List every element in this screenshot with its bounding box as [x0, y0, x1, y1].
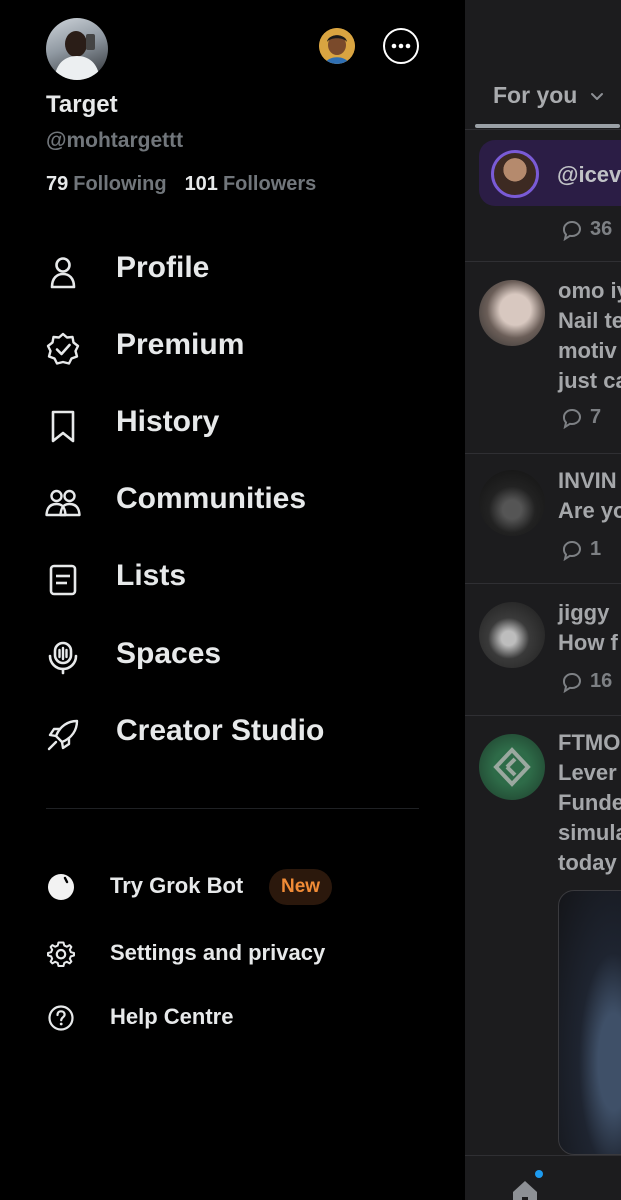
post-text-line: Lever: [558, 760, 617, 785]
new-badge: New: [269, 869, 333, 905]
post-author-avatar[interactable]: [479, 280, 545, 346]
feed-post[interactable]: omo iy Nail te motiv just ca 7: [465, 262, 621, 454]
help-icon: [48, 1005, 74, 1031]
microphone-icon: [48, 641, 78, 675]
post-author-avatar[interactable]: [479, 470, 545, 536]
reply-icon: [562, 220, 581, 241]
side-drawer: Target @mohtargettt 79 Following 101 Follo…: [0, 0, 465, 1200]
profile-display-name: Target: [46, 91, 118, 118]
menu-item-label: Lists: [116, 559, 187, 592]
settings-label: Settings and privacy: [110, 940, 326, 965]
menu-item-creator-studio[interactable]: Creator Studio: [0, 695, 465, 769]
more-options-button[interactable]: [383, 28, 419, 64]
menu-item-label: Premium: [116, 328, 245, 361]
menu-item-grok[interactable]: Try Grok Bot New: [0, 858, 465, 916]
menu-item-lists[interactable]: Lists: [0, 540, 465, 614]
reply-count[interactable]: 16: [560, 670, 612, 693]
ftmo-logo-icon: [493, 747, 531, 787]
followers-link[interactable]: 101 Followers: [185, 173, 317, 196]
post-text-line: How f: [558, 630, 618, 655]
reply-icon: [562, 540, 581, 561]
feed-post[interactable]: jiggy How f 16: [465, 584, 621, 716]
live-space-banner[interactable]: @icev: [479, 140, 621, 206]
list-icon: [49, 564, 77, 596]
tab-for-you[interactable]: For you: [493, 82, 577, 109]
space-host-handle: @icev: [557, 162, 621, 187]
feed-post[interactable]: 36: [465, 206, 621, 262]
menu-item-label: Spaces: [116, 637, 222, 670]
menu-item-communities[interactable]: Communities: [0, 463, 465, 537]
followers-label: Followers: [222, 173, 317, 195]
menu-item-help[interactable]: Help Centre: [0, 989, 465, 1047]
post-author-name: jiggy: [558, 600, 610, 625]
menu-item-label: Profile: [116, 251, 210, 284]
ellipsis-icon: [391, 43, 411, 49]
post-text-line: simula: [558, 820, 621, 845]
menu-item-label: History: [116, 405, 220, 438]
feed-tab-bar: For you: [465, 0, 621, 130]
person-icon: [50, 257, 76, 289]
home-feed: For you @icev 36 omo iy Nail te motiv ju…: [465, 0, 621, 1200]
people-icon: [45, 489, 81, 517]
post-author-avatar[interactable]: [479, 602, 545, 668]
post-text-line: today: [558, 850, 617, 875]
avatar-photo: [54, 31, 100, 80]
verified-badge-icon: [46, 332, 80, 365]
reply-icon: [562, 408, 581, 429]
post-author-avatar[interactable]: [479, 734, 545, 800]
account-avatar-art: [319, 28, 355, 64]
post-text-line: Are yo: [558, 498, 621, 523]
help-label: Help Centre: [110, 1004, 234, 1029]
following-label: Following: [73, 173, 167, 195]
menu-item-label: Communities: [116, 482, 307, 515]
notification-dot: [535, 1170, 543, 1178]
post-text-line: Funde: [558, 790, 621, 815]
post-author-name: FTMO: [558, 730, 621, 755]
gear-icon: [47, 941, 75, 967]
menu-item-settings[interactable]: Settings and privacy: [0, 925, 465, 983]
chevron-down-icon: [591, 93, 603, 100]
reply-icon: [562, 672, 581, 693]
rocket-icon: [47, 719, 79, 751]
bookmark-icon: [51, 410, 75, 443]
feed-post[interactable]: INVIN Are yo 1: [465, 454, 621, 584]
followers-count: 101: [184, 173, 218, 195]
post-media[interactable]: [558, 890, 621, 1155]
follow-stats: 79 Following 101 Followers: [46, 173, 316, 196]
account-switcher-avatar[interactable]: [319, 28, 355, 64]
reply-count[interactable]: 1: [560, 538, 601, 561]
profile-handle: @mohtargettt: [46, 129, 184, 152]
following-count: 79: [46, 173, 69, 195]
grok-icon: [48, 874, 74, 900]
menu-item-label: Creator Studio: [116, 714, 325, 747]
home-icon[interactable]: [510, 1178, 540, 1200]
post-author-name: omo iy: [558, 278, 621, 303]
reply-count[interactable]: 7: [560, 406, 601, 429]
menu-item-history[interactable]: History: [0, 386, 465, 460]
reply-count[interactable]: 36: [560, 218, 612, 241]
post-text-line: just ca: [558, 368, 621, 393]
menu-divider: [46, 808, 419, 809]
post-author-name: INVIN: [558, 468, 617, 493]
following-link[interactable]: 79 Following: [46, 173, 167, 196]
grok-label: Try Grok Bot: [110, 873, 244, 898]
tab-active-indicator: [475, 124, 620, 128]
menu-item-profile[interactable]: Profile: [0, 232, 465, 306]
space-host-avatar: [491, 150, 539, 198]
post-text-line: Nail te: [558, 308, 621, 333]
profile-avatar[interactable]: [46, 18, 108, 80]
bottom-nav-bar: [465, 1155, 621, 1200]
post-text-line: motiv: [558, 338, 617, 363]
menu-item-premium[interactable]: Premium: [0, 309, 465, 383]
menu-item-spaces[interactable]: Spaces: [0, 618, 465, 692]
